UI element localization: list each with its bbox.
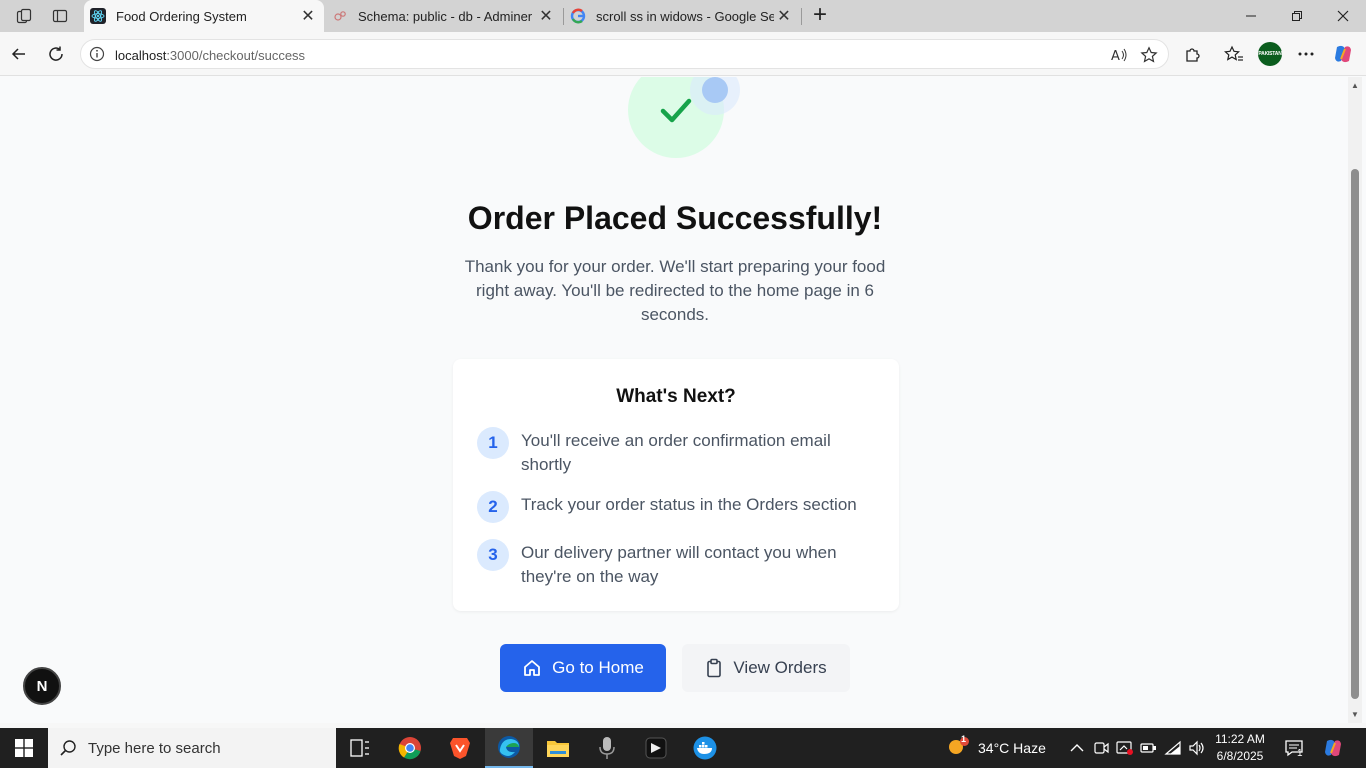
close-window-icon[interactable] (1320, 0, 1366, 32)
file-explorer-icon[interactable] (534, 728, 582, 768)
tab-title: Food Ordering System (116, 8, 247, 24)
copilot-icon[interactable] (1330, 41, 1356, 67)
weather-alert-count: 1 (961, 734, 967, 744)
weather-text[interactable]: 34°C Haze (978, 740, 1046, 756)
step-text: You'll receive an order confirmation ema… (521, 431, 831, 474)
refresh-icon[interactable] (43, 41, 69, 67)
battery-alert-icon[interactable] (1116, 739, 1134, 757)
confirmation-message: Thank you for your order. We'll start pr… (464, 257, 886, 324)
read-aloud-icon[interactable]: A (1109, 45, 1129, 65)
address-bar[interactable]: localhost:3000/checkout/success A (80, 39, 1169, 69)
windows-start-icon[interactable] (0, 728, 48, 768)
tab-adminer[interactable]: Schema: public - db - Adminer ✕ (326, 0, 562, 32)
google-icon (570, 8, 586, 24)
scroll-up-icon[interactable]: ▲ (1351, 81, 1359, 90)
scroll-thumb[interactable] (1351, 169, 1359, 699)
nextjs-dev-badge[interactable]: N (23, 667, 61, 705)
scroll-down-icon[interactable]: ▼ (1351, 710, 1359, 719)
tab-divider (801, 8, 802, 25)
microphone-app-icon[interactable] (583, 728, 631, 768)
wifi-icon[interactable] (1164, 739, 1182, 757)
chevron-up-icon[interactable] (1068, 739, 1086, 757)
new-tab-button[interactable]: + (808, 3, 832, 28)
tab-google-search[interactable]: scroll ss in widows - Google Search ✕ (564, 0, 800, 32)
system-clock[interactable]: 11:22 AM 6/8/2025 (1208, 731, 1272, 765)
tab-food-ordering[interactable]: Food Ordering System ✕ (84, 0, 324, 32)
step-text: Track your order status in the Orders se… (521, 495, 857, 514)
windows-taskbar: Type here to search 1 34°C Haze 11:22 AM… (0, 728, 1366, 768)
clock-time: 11:22 AM (1215, 732, 1265, 746)
weather-icon[interactable] (946, 736, 970, 758)
go-to-home-label: Go to Home (552, 658, 644, 677)
minimize-icon[interactable] (1228, 0, 1274, 32)
task-view-icon[interactable] (336, 728, 384, 768)
url-text: localhost:3000/checkout/success (115, 48, 306, 63)
cursor-editor-icon[interactable] (632, 728, 680, 768)
tab-strip: Food Ordering System ✕ Schema: public - … (0, 0, 1366, 32)
notification-count: 1 (1297, 748, 1303, 759)
workspaces-icon[interactable] (11, 4, 37, 28)
site-info-icon[interactable] (89, 46, 105, 67)
svg-text:A: A (1111, 49, 1120, 64)
close-tab-icon[interactable]: ✕ (298, 6, 318, 26)
tab-title: scroll ss in widows - Google Search (596, 8, 774, 24)
meet-now-icon[interactable] (1092, 739, 1110, 757)
step-number: 2 (477, 491, 509, 523)
docker-icon[interactable] (681, 728, 729, 768)
restore-icon[interactable] (1274, 0, 1320, 32)
copilot-taskbar-icon[interactable] (1322, 737, 1344, 759)
go-to-home-button[interactable]: Go to Home (500, 644, 666, 692)
decorative-dot (702, 77, 728, 103)
more-options-icon[interactable] (1293, 41, 1319, 67)
chrome-icon[interactable] (386, 728, 434, 768)
page-scrollbar[interactable]: ▲ ▼ (1348, 77, 1362, 723)
close-tab-icon[interactable]: ✕ (774, 6, 794, 26)
brave-icon[interactable] (436, 728, 484, 768)
extensions-icon[interactable] (1180, 41, 1206, 67)
step-number: 1 (477, 427, 509, 459)
close-tab-icon[interactable]: ✕ (536, 6, 556, 26)
profile-avatar[interactable]: PAKISTAN (1258, 42, 1282, 66)
tab-title: Schema: public - db - Adminer (358, 8, 533, 24)
browser-toolbar: localhost:3000/checkout/success A (0, 32, 1366, 76)
clipboard-icon (707, 658, 722, 678)
card-title: What's Next? (616, 386, 736, 407)
home-icon (524, 660, 541, 676)
clock-date: 6/8/2025 (1216, 749, 1264, 763)
search-placeholder: Type here to search (88, 739, 221, 757)
step-number: 3 (477, 539, 509, 571)
power-plug-icon[interactable] (1140, 739, 1158, 757)
taskbar-search-box[interactable]: Type here to search (48, 728, 336, 768)
page-title: Order Placed Successfully! (467, 200, 883, 236)
page-viewport: Order Placed Successfully! Thank you for… (4, 77, 1346, 723)
react-icon (90, 8, 106, 24)
back-icon[interactable] (6, 41, 32, 67)
step-text: Our delivery partner will contact you wh… (521, 543, 837, 586)
vertical-tabs-icon[interactable] (47, 4, 73, 28)
favorite-star-icon[interactable] (1139, 45, 1159, 65)
volume-icon[interactable] (1188, 739, 1206, 757)
whats-next-card: What's Next? 1 You'll receive an order c… (453, 359, 899, 611)
favorites-icon[interactable] (1221, 41, 1247, 67)
adminer-icon (332, 8, 348, 24)
view-orders-label: View Orders (733, 658, 827, 677)
edge-icon[interactable] (485, 728, 533, 768)
search-icon (48, 739, 88, 757)
view-orders-button[interactable]: View Orders (682, 644, 850, 692)
checkmark-icon (660, 98, 692, 123)
